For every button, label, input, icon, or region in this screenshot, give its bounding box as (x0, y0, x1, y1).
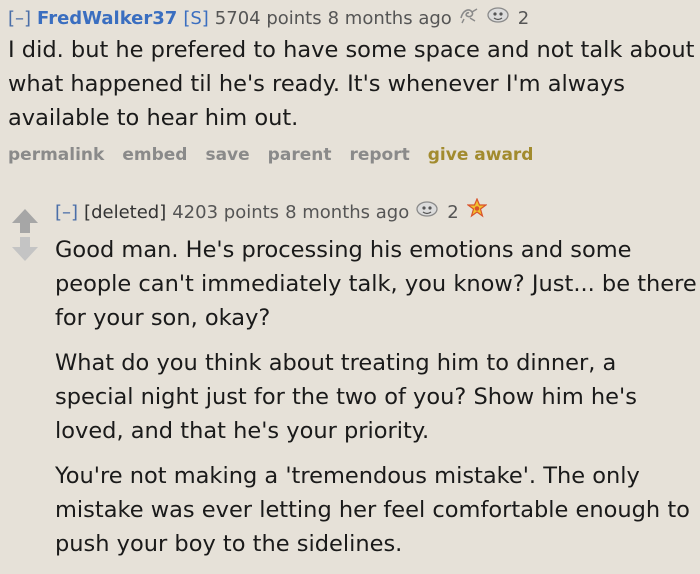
downvote-arrow-icon[interactable] (12, 237, 38, 261)
helpful-award-icon (415, 198, 439, 227)
comment-score: 5704 points (214, 7, 322, 29)
reply-collapse-toggle[interactable]: [–] (55, 199, 78, 227)
reply-tagline: [–] [deleted] 4203 points 8 months ago 2 (55, 197, 700, 227)
embed-button[interactable]: embed (122, 145, 187, 165)
comment-body-text: I did. but he prefered to have some spac… (8, 37, 695, 131)
comment-body: I did. but he prefered to have some spac… (8, 33, 696, 135)
reply-time: 8 months ago (285, 201, 410, 223)
reply-award-count: 2 (447, 201, 459, 223)
reply-paragraph-3: You're not making a 'tremendous mistake'… (55, 463, 690, 557)
vote-arrows (10, 207, 40, 263)
report-button[interactable]: report (349, 145, 409, 165)
permalink-button[interactable]: permalink (8, 145, 104, 165)
comment-tagline: [–] FredWalker37 [S] 5704 points 8 month… (8, 4, 696, 33)
reply-score: 4203 points (172, 201, 280, 223)
comment-time: 8 months ago (327, 7, 452, 29)
silver-award-icon (458, 4, 480, 33)
helpful-award-icon (486, 4, 510, 33)
comment-reply: [–] [deleted] 4203 points 8 months ago 2… (55, 197, 700, 572)
save-button[interactable]: save (205, 145, 249, 165)
collapse-toggle[interactable]: [–] (8, 5, 31, 33)
reply-paragraph-1: Good man. He's processing his emotions a… (55, 237, 697, 331)
reply-author: [deleted] (84, 201, 167, 223)
star-burst-award-icon (465, 197, 488, 227)
comment-buttons: permalink embed save parent report give … (8, 145, 696, 165)
submitter-flag[interactable]: [S] (183, 5, 208, 33)
comment-fredwalker37: [–] FredWalker37 [S] 5704 points 8 month… (8, 4, 696, 165)
parent-button[interactable]: parent (268, 145, 332, 165)
reply-body: Good man. He's processing his emotions a… (55, 233, 700, 561)
reply-paragraph-2: What do you think about treating him to … (55, 350, 637, 444)
award-count: 2 (517, 7, 530, 29)
upvote-arrow-icon[interactable] (12, 209, 38, 233)
give-award-button[interactable]: give award (428, 145, 534, 165)
author-link[interactable]: FredWalker37 (37, 5, 177, 33)
